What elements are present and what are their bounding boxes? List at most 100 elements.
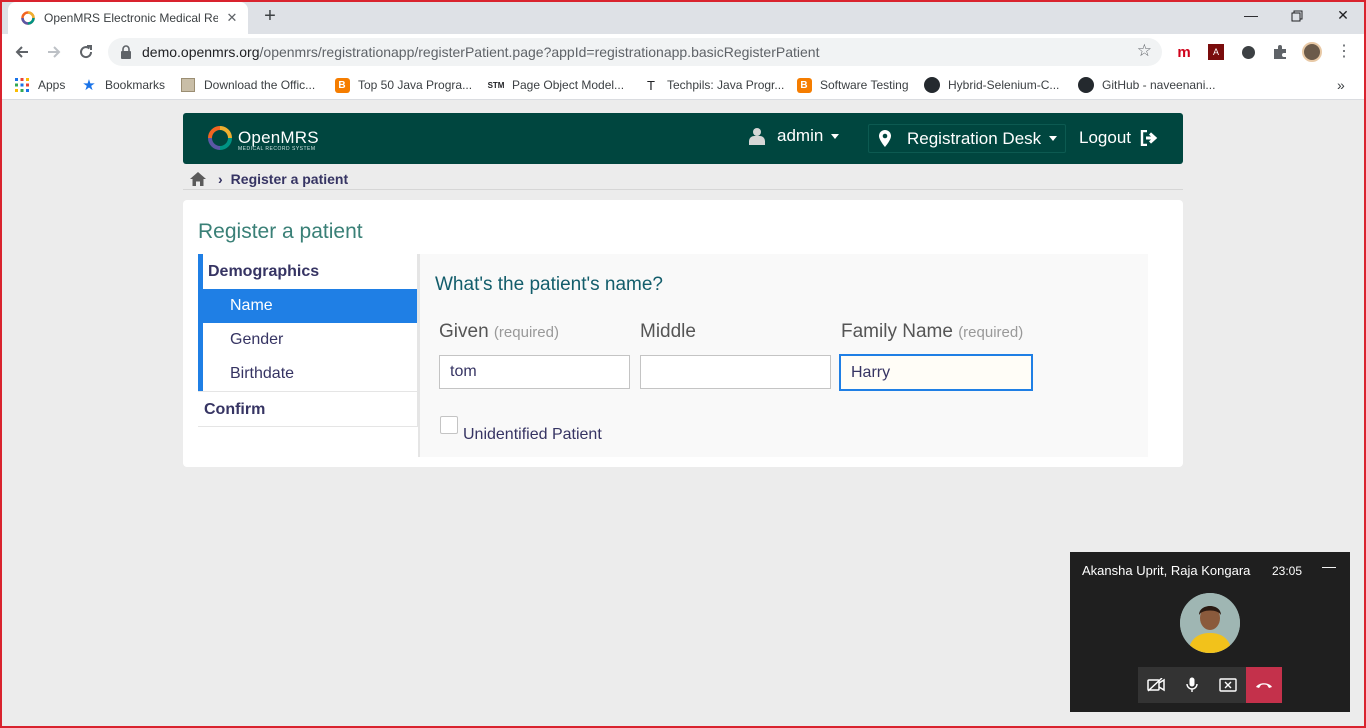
hang-up-icon[interactable] <box>1246 667 1282 703</box>
close-window-icon[interactable]: ✕ <box>1320 4 1366 28</box>
microphone-icon[interactable] <box>1174 667 1210 703</box>
breadcrumb-separator-icon: › <box>218 170 223 187</box>
bookmark-label: Page Object Model... <box>512 78 625 92</box>
chrome-menu-icon[interactable]: ⋮ <box>1334 42 1354 62</box>
user-icon <box>749 128 765 145</box>
extensions-puzzle-icon[interactable] <box>1270 42 1290 62</box>
given-name-label: Given (required) <box>439 321 559 343</box>
tab-strip: OpenMRS Electronic Medical Rec ✕ + — ✕ <box>0 0 1366 34</box>
user-menu[interactable]: admin <box>749 126 840 146</box>
bookmark-label: GitHub - naveenani... <box>1102 78 1216 92</box>
given-name-input[interactable] <box>439 355 630 389</box>
bookmark-apps[interactable]: Apps <box>14 76 65 94</box>
bookmark-label: Bookmarks <box>105 78 166 92</box>
blogger-icon: B <box>796 77 812 93</box>
address-bar[interactable]: demo.openmrs.org/openmrs/registrationapp… <box>108 38 1162 66</box>
extension-pdf-icon[interactable]: A <box>1206 42 1226 62</box>
openmrs-favicon-icon <box>21 11 35 25</box>
family-name-input[interactable] <box>839 354 1033 391</box>
github-icon <box>1078 77 1094 93</box>
given-label-text: Given <box>439 321 489 342</box>
openmrs-logo-icon <box>208 126 232 150</box>
video-off-icon[interactable] <box>1138 667 1174 703</box>
sign-out-icon <box>1140 130 1158 146</box>
breadcrumb-current: Register a patient <box>230 170 349 187</box>
bookmark-label: Download the Offic... <box>204 78 316 92</box>
back-arrow-icon[interactable] <box>10 40 34 64</box>
openmrs-header: OpenMRS MEDICAL RECORD SYSTEM admin Regi… <box>183 113 1183 164</box>
bookmark-bookmarks[interactable]: ★ Bookmarks <box>81 76 165 94</box>
minimize-window-icon[interactable]: — <box>1228 4 1274 28</box>
bookmark-label: Software Testing <box>820 78 909 92</box>
more-bookmarks-chevron-icon[interactable]: » <box>1337 76 1345 94</box>
page-icon <box>180 77 196 93</box>
location-name: Registration Desk <box>907 128 1042 148</box>
bookmark-label: Apps <box>38 78 66 92</box>
unidentified-patient-label: Unidentified Patient <box>463 426 602 443</box>
call-participants: Akansha Uprit, Raja Kongara <box>1082 563 1251 578</box>
bookmark-star-icon[interactable]: ☆ <box>1137 41 1152 61</box>
call-minimize-icon[interactable]: — <box>1322 558 1336 574</box>
bookmark-hybrid-selenium[interactable]: Hybrid-Selenium-C... <box>924 76 1059 94</box>
home-icon[interactable] <box>190 171 206 186</box>
browser-toolbar: demo.openmrs.org/openmrs/registrationapp… <box>0 34 1366 70</box>
middle-name-input[interactable] <box>640 355 831 389</box>
registration-sections-nav: Demographics Name Gender Birthdate Confi… <box>198 254 418 427</box>
location-selector[interactable]: Registration Desk <box>868 124 1067 153</box>
call-widget[interactable]: Akansha Uprit, Raja Kongara 23:05 — <box>1070 552 1350 712</box>
bookmark-label: Top 50 Java Progra... <box>358 78 473 92</box>
github-icon <box>924 77 940 93</box>
logo-text: OpenMRS <box>238 128 319 147</box>
extension-circle-icon[interactable] <box>1238 42 1258 62</box>
registration-card: Register a patient Demographics Name Gen… <box>183 200 1183 467</box>
bookmark-top-50-java[interactable]: B Top 50 Java Progra... <box>334 76 472 94</box>
lock-icon <box>121 45 131 59</box>
url-path: /openmrs/registrationapp/registerPatient… <box>259 44 820 60</box>
breadcrumb: › Register a patient <box>183 168 1183 190</box>
family-label-text: Family Name <box>841 321 953 342</box>
blogger-icon: B <box>334 77 350 93</box>
nav-item-birthdate[interactable]: Birthdate <box>198 357 418 391</box>
bookmark-techpils[interactable]: T Techpils: Java Progr... <box>643 76 784 94</box>
bookmark-github-naveenani[interactable]: GitHub - naveenani... <box>1078 76 1215 94</box>
nav-divider <box>198 426 418 427</box>
family-name-label: Family Name (required) <box>841 321 1023 343</box>
given-required-hint: (required) <box>493 324 559 341</box>
bookmark-page-object-model[interactable]: STM Page Object Model... <box>488 76 625 94</box>
unidentified-patient-checkbox[interactable] <box>440 416 458 434</box>
name-form-panel: What's the patient's name? Given (requir… <box>418 254 1148 457</box>
apps-grid-icon <box>14 77 30 93</box>
bookmark-download-office[interactable]: Download the Offic... <box>180 76 315 94</box>
tab-title: OpenMRS Electronic Medical Rec <box>44 11 218 25</box>
extension-m-icon[interactable]: m <box>1174 42 1194 62</box>
restore-window-icon[interactable] <box>1274 4 1320 28</box>
nav-section-confirm[interactable]: Confirm <box>198 392 418 427</box>
nav-active-bar <box>198 254 203 391</box>
bookmark-label: Techpils: Java Progr... <box>667 78 785 92</box>
map-marker-icon <box>879 130 891 147</box>
logout-link[interactable]: Logout <box>1079 128 1158 148</box>
forward-arrow-icon[interactable] <box>42 40 66 64</box>
browser-tab[interactable]: OpenMRS Electronic Medical Rec ✕ <box>8 2 248 34</box>
url-host: demo.openmrs.org <box>142 44 260 60</box>
new-tab-icon[interactable]: + <box>258 6 282 28</box>
user-name: admin <box>777 126 824 145</box>
nav-section-demographics[interactable]: Demographics <box>198 254 418 289</box>
stop-share-icon[interactable] <box>1210 667 1246 703</box>
user-caret-icon <box>831 133 840 139</box>
nav-item-name[interactable]: Name <box>198 289 418 323</box>
bookmark-label: Hybrid-Selenium-C... <box>948 78 1060 92</box>
nav-item-gender[interactable]: Gender <box>198 323 418 357</box>
tab-close-icon[interactable]: ✕ <box>224 10 240 26</box>
profile-avatar-icon[interactable] <box>1302 42 1322 62</box>
family-required-hint: (required) <box>958 324 1024 341</box>
bookmark-software-testing[interactable]: B Software Testing <box>796 76 909 94</box>
openmrs-logo[interactable]: OpenMRS MEDICAL RECORD SYSTEM <box>207 125 319 152</box>
t-icon: T <box>647 77 655 93</box>
reload-icon[interactable] <box>74 40 98 64</box>
call-participant-avatar <box>1180 593 1240 653</box>
middle-name-label: Middle <box>640 321 696 342</box>
call-timer: 23:05 <box>1272 564 1303 578</box>
bookmarks-bar: Apps ★ Bookmarks Download the Offic... BT… <box>0 70 1366 100</box>
logo-subtitle: MEDICAL RECORD SYSTEM <box>238 146 316 152</box>
